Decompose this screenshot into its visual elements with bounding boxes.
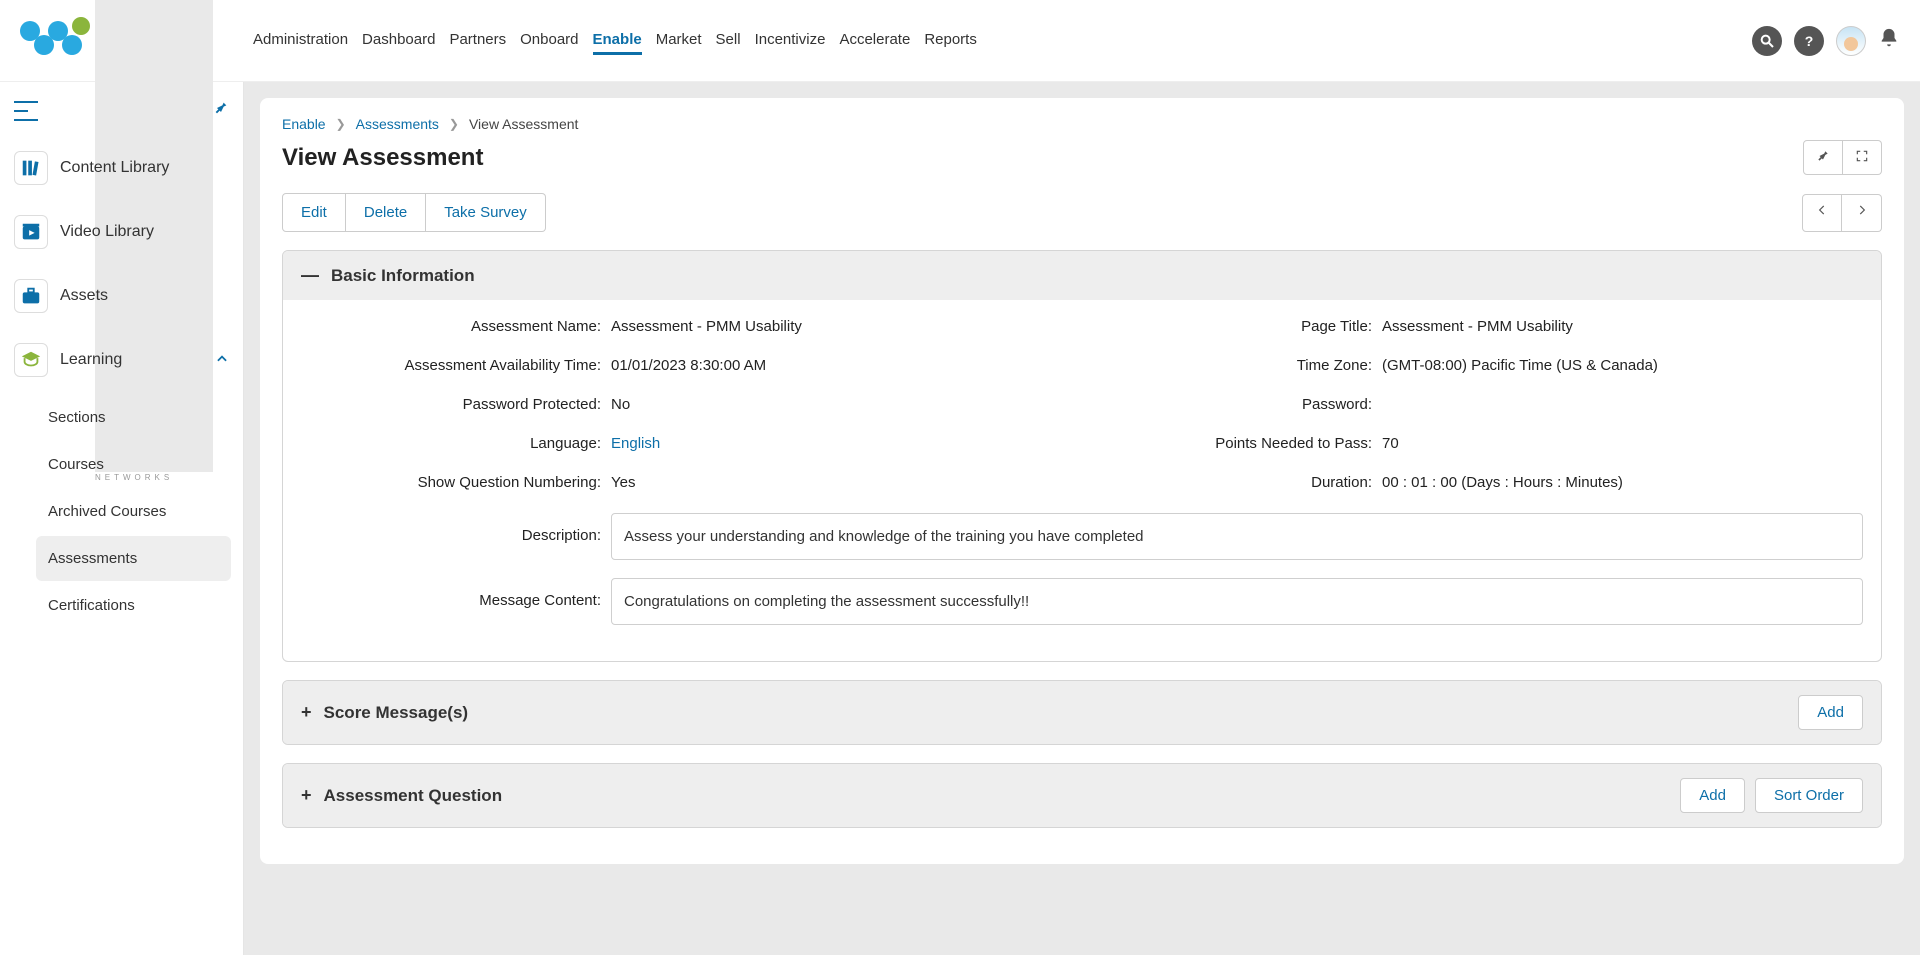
breadcrumb-enable[interactable]: Enable [282,116,326,132]
section-title: Score Message(s) [324,703,469,723]
value-language[interactable]: English [611,435,1092,452]
nav-accelerate[interactable]: Accelerate [839,27,910,55]
sidebar-item-content-library[interactable]: Content Library [6,139,237,197]
label-assessment-name: Assessment Name: [301,318,601,335]
nav-enable[interactable]: Enable [593,27,642,55]
submenu-sections[interactable]: Sections [36,395,231,440]
page-title: View Assessment [282,144,483,172]
record-actions: Edit Delete Take Survey [282,193,546,232]
label-password: Password: [1102,396,1372,413]
submenu-courses[interactable]: Courses [36,442,231,487]
breadcrumb: Enable ❯ Assessments ❯ View Assessment [282,116,1882,132]
video-icon [14,215,48,249]
value-timezone: (GMT-08:00) Pacific Time (US & Canada) [1382,357,1863,374]
top-right-actions: ? [1752,26,1900,56]
label-description: Description: [301,513,601,544]
chevron-right-icon: ❯ [449,117,459,131]
submenu-certifications[interactable]: Certifications [36,583,231,628]
top-nav: Administration Dashboard Partners Onboar… [253,27,977,55]
sidebar-item-video-library[interactable]: Video Library [6,203,237,261]
delete-button[interactable]: Delete [346,193,426,232]
value-duration: 00 : 01 : 00 (Days : Hours : Minutes) [1382,474,1863,491]
briefcase-icon [14,279,48,313]
next-record-button[interactable] [1842,194,1882,232]
value-assessment-name: Assessment - PMM Usability [611,318,1092,335]
take-survey-button[interactable]: Take Survey [426,193,546,232]
edit-button[interactable]: Edit [282,193,346,232]
collapse-icon[interactable]: — [301,265,319,286]
nav-partners[interactable]: Partners [449,27,506,55]
label-timezone: Time Zone: [1102,357,1372,374]
menu-toggle-icon[interactable] [14,101,38,121]
label-language: Language: [301,435,601,452]
value-message-content: Congratulations on completing the assess… [611,578,1863,625]
notifications-icon[interactable] [1878,27,1900,55]
sidebar: Content Library Video Library Assets Lea… [0,82,244,955]
label-page-title: Page Title: [1102,318,1372,335]
nav-onboard[interactable]: Onboard [520,27,578,55]
nav-market[interactable]: Market [656,27,702,55]
value-availability-time: 01/01/2023 8:30:00 AM [611,357,1092,374]
nav-sell[interactable]: Sell [716,27,741,55]
value-show-numbering: Yes [611,474,1092,491]
panel-score-messages: + Score Message(s) Add [282,680,1882,745]
nav-reports[interactable]: Reports [924,27,977,55]
label-points-to-pass: Points Needed to Pass: [1102,435,1372,452]
graduation-cap-icon [14,343,48,377]
value-description: Assess your understanding and knowledge … [611,513,1863,560]
expand-icon[interactable]: + [301,785,312,806]
main-content: Enable ❯ Assessments ❯ View Assessment V… [244,82,1920,955]
section-title: Basic Information [331,266,475,286]
nav-incentivize[interactable]: Incentivize [755,27,826,55]
label-message-content: Message Content: [301,578,601,609]
content-card: Enable ❯ Assessments ❯ View Assessment V… [260,98,1904,864]
label-password-protected: Password Protected: [301,396,601,413]
learning-submenu: Sections Courses Archived Courses Assess… [36,395,237,628]
section-title: Assessment Question [324,786,503,806]
books-icon [14,151,48,185]
search-icon[interactable] [1752,26,1782,56]
submenu-assessments[interactable]: Assessments [36,536,231,581]
pin-sidebar-icon[interactable] [213,100,229,121]
value-password-protected: No [611,396,1092,413]
sidebar-item-label: Video Library [60,223,229,241]
fullscreen-button[interactable] [1843,140,1882,175]
label-duration: Duration: [1102,474,1372,491]
add-question-button[interactable]: Add [1680,778,1745,813]
brand-mark [20,17,85,65]
label-show-numbering: Show Question Numbering: [301,474,601,491]
prev-record-button[interactable] [1802,194,1842,232]
nav-administration[interactable]: Administration [253,27,348,55]
label-availability-time: Assessment Availability Time: [301,357,601,374]
sidebar-item-label: Content Library [60,159,229,177]
add-score-message-button[interactable]: Add [1798,695,1863,730]
panel-assessment-question: + Assessment Question Add Sort Order [282,763,1882,828]
submenu-archived-courses[interactable]: Archived Courses [36,489,231,534]
breadcrumb-current: View Assessment [469,116,578,132]
expand-icon[interactable]: + [301,702,312,723]
record-nav [1802,194,1882,232]
top-bar: WIDGET NETWORKS Administration Dashboard… [0,0,1920,82]
help-icon[interactable]: ? [1794,26,1824,56]
value-page-title: Assessment - PMM Usability [1382,318,1863,335]
breadcrumb-assessments[interactable]: Assessments [356,116,439,132]
panel-basic-information: — Basic Information Assessment Name: Ass… [282,250,1882,662]
sidebar-item-label: Learning [60,351,203,369]
pin-page-button[interactable] [1803,140,1843,175]
sidebar-item-assets[interactable]: Assets [6,267,237,325]
user-avatar[interactable] [1836,26,1866,56]
value-points-to-pass: 70 [1382,435,1863,452]
chevron-up-icon [215,352,229,369]
sort-order-button[interactable]: Sort Order [1755,778,1863,813]
sidebar-item-learning[interactable]: Learning [6,331,237,389]
sidebar-item-label: Assets [60,287,229,305]
nav-dashboard[interactable]: Dashboard [362,27,435,55]
chevron-right-icon: ❯ [336,117,346,131]
